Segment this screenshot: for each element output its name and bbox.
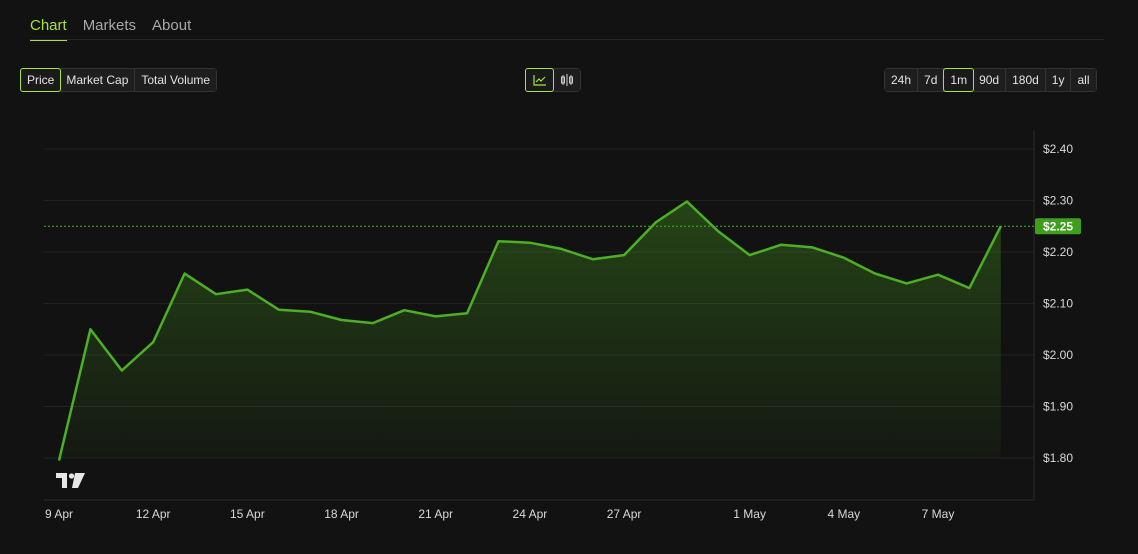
x-tick-label: 7 May	[922, 507, 955, 521]
price-button[interactable]: Price	[20, 68, 62, 92]
y-tick-label: $2.00	[1043, 348, 1073, 362]
tradingview-logo	[56, 473, 85, 488]
y-tick-label: $1.80	[1043, 451, 1073, 465]
price-area	[59, 201, 1001, 461]
range-1m-button[interactable]: 1m	[943, 68, 975, 92]
y-tick-label: $2.10	[1043, 297, 1073, 311]
line-chart-button[interactable]	[525, 68, 554, 92]
line-chart-icon	[532, 75, 546, 86]
x-tick-label: 21 Apr	[418, 507, 453, 521]
y-axis-ticks: $2.40 $2.30 $2.20 $2.10 $2.00 $1.90 $1.80	[1043, 142, 1073, 465]
x-tick-label: 12 Apr	[136, 507, 171, 521]
last-price-label: $2.25	[1043, 219, 1073, 233]
x-tick-label: 1 May	[733, 507, 766, 521]
x-tick-label: 27 Apr	[607, 507, 642, 521]
x-tick-label: 9 Apr	[45, 507, 73, 521]
x-tick-label: 24 Apr	[513, 507, 548, 521]
x-tick-label: 18 Apr	[324, 507, 359, 521]
x-axis-ticks: 9 Apr 12 Apr 15 Apr 18 Apr 21 Apr 24 Apr 27 Ap…	[45, 507, 954, 521]
y-tick-label: $1.90	[1043, 400, 1073, 414]
x-tick-label: 4 May	[827, 507, 860, 521]
last-price-tag: $2.25	[1035, 218, 1081, 235]
y-tick-label: $2.40	[1043, 142, 1073, 156]
y-tick-label: $2.20	[1043, 245, 1073, 259]
y-tick-label: $2.30	[1043, 194, 1073, 208]
x-tick-label: 15 Apr	[230, 507, 265, 521]
